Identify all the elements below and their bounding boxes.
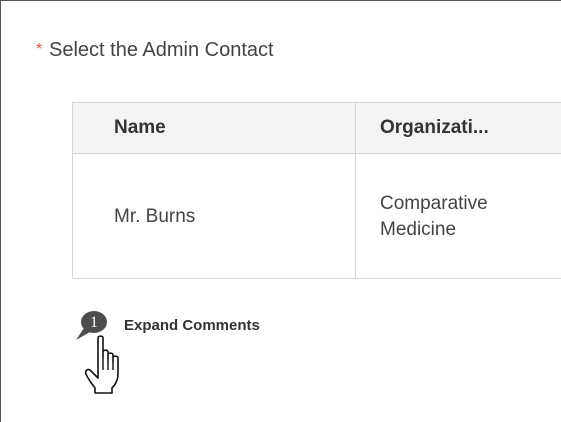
column-header-name[interactable]: Name (114, 103, 166, 153)
admin-contact-label: Select the Admin Contact (49, 38, 274, 61)
required-marker: * (36, 41, 43, 58)
speech-bubble-icon[interactable]: 1 (72, 308, 116, 342)
cell-name: Mr. Burns (114, 205, 196, 227)
table-header: Name Organizati... (73, 103, 561, 154)
expand-comments-link[interactable]: 1 Expand Comments (72, 308, 260, 342)
hand-pointer-icon (84, 335, 119, 394)
admin-contact-table: Name Organizati... Mr. Burns Comparative… (72, 102, 561, 279)
cell-organization: Comparative Medicine (380, 192, 488, 240)
column-header-organization[interactable]: Organizati... (380, 103, 489, 153)
comment-count: 1 (90, 314, 98, 331)
expand-comments-label[interactable]: Expand Comments (124, 317, 260, 334)
form-panel: * Select the Admin Contact Name Organiza… (0, 0, 561, 422)
table-row[interactable]: Mr. Burns Comparative Medicine (73, 154, 561, 278)
